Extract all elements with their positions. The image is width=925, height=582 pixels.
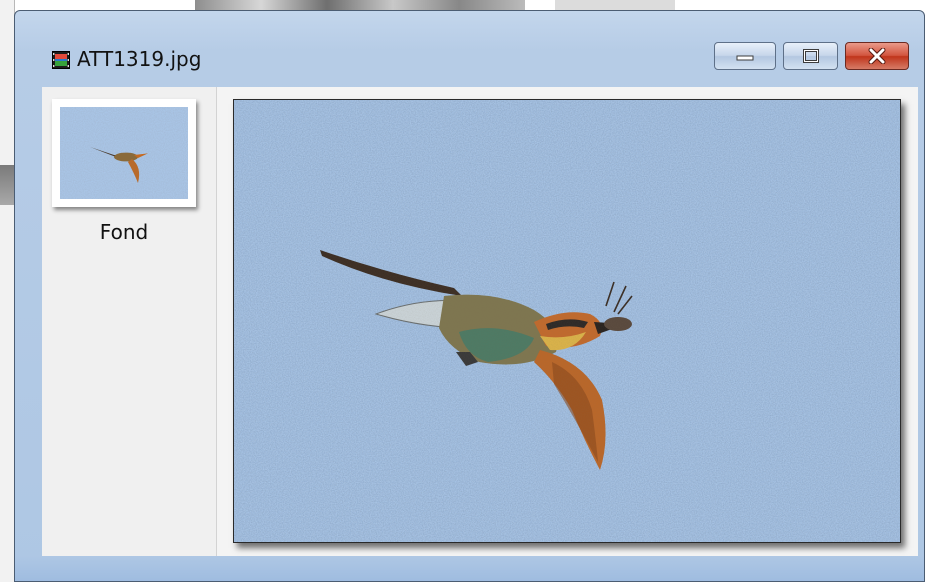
window-bottom-border xyxy=(15,556,924,581)
background-window-edge xyxy=(555,0,675,10)
window-title: ATT1319.jpg xyxy=(77,47,202,71)
film-strip-icon xyxy=(52,51,70,69)
close-button[interactable] xyxy=(845,42,909,70)
minimize-button[interactable] xyxy=(714,42,776,70)
thumbnail-label: Fond xyxy=(99,220,149,244)
minimize-icon xyxy=(736,51,754,61)
image-viewer-window[interactable]: ATT1319.jpg Fond xyxy=(14,10,925,582)
thumbnail-image xyxy=(60,107,188,199)
image-view-area xyxy=(217,87,918,558)
background-panel-shade xyxy=(0,165,14,205)
title-bar[interactable]: ATT1319.jpg xyxy=(15,11,924,87)
window-content: Fond xyxy=(42,87,918,558)
main-image[interactable] xyxy=(233,99,901,543)
maximize-button[interactable] xyxy=(783,42,838,70)
background-panel xyxy=(0,0,15,582)
thumbnail-item[interactable] xyxy=(52,99,196,207)
close-icon xyxy=(867,48,887,64)
thumbnail-panel: Fond xyxy=(42,87,217,558)
maximize-icon xyxy=(802,49,819,63)
